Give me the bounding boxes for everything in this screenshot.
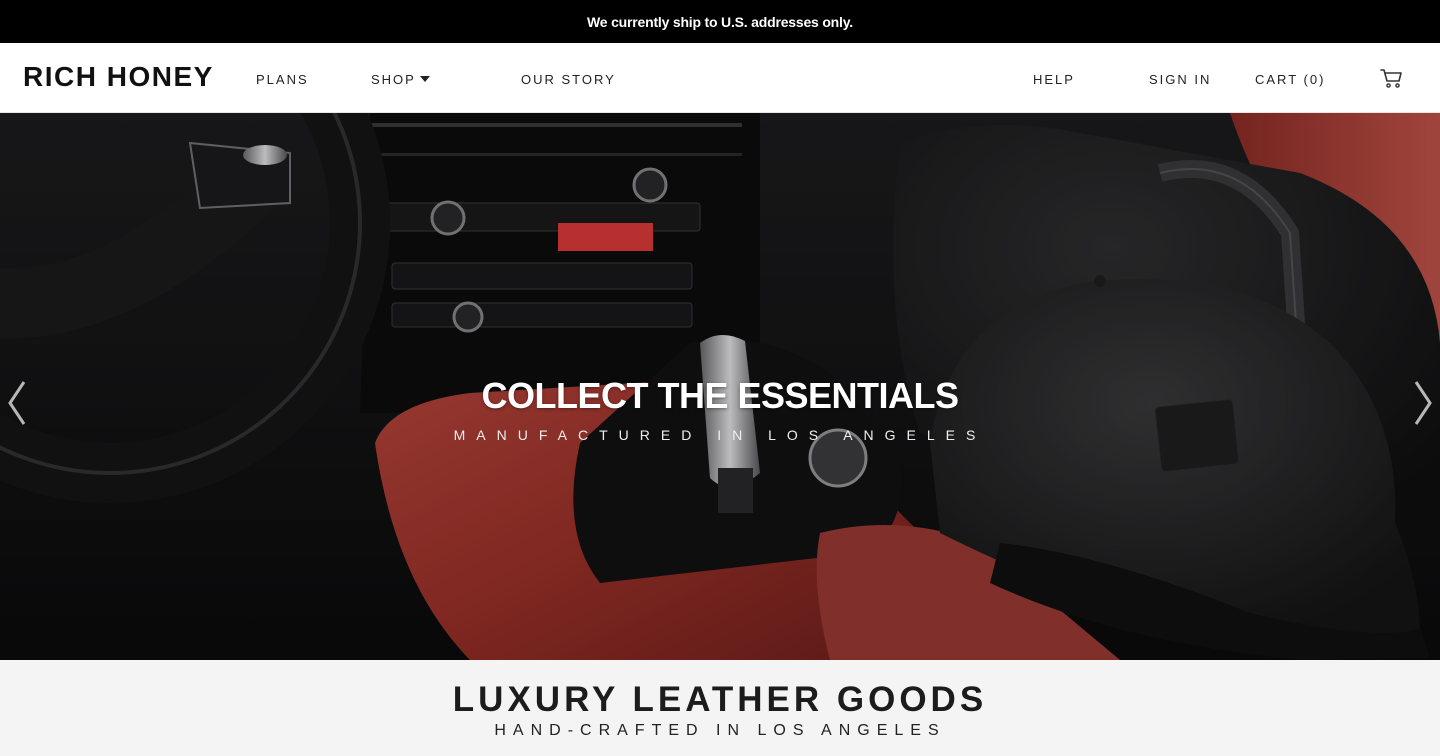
intro-section: LUXURY LEATHER GOODS HAND-CRAFTED IN LOS… <box>0 660 1440 756</box>
announcement-text: We currently ship to U.S. addresses only… <box>587 13 853 30</box>
nav-cart[interactable]: CART (0) <box>1255 72 1325 87</box>
announcement-bar: We currently ship to U.S. addresses only… <box>0 0 1440 43</box>
site-header: RICH HONEY PLANS SHOP OUR STORY HELP SIG… <box>0 43 1440 113</box>
intro-subtitle: HAND-CRAFTED IN LOS ANGELES <box>494 722 946 739</box>
caret-down-icon <box>419 76 430 82</box>
nav-shop-label: SHOP <box>371 72 416 87</box>
nav-help[interactable]: HELP <box>1033 72 1075 87</box>
nav-shop[interactable]: SHOP <box>371 72 430 87</box>
intro-title: LUXURY LEATHER GOODS <box>452 680 988 719</box>
cart-icon[interactable] <box>1380 67 1404 89</box>
hero-subtitle: MANUFACTURED IN LOS ANGELES <box>453 427 987 443</box>
nav-sign-in[interactable]: SIGN IN <box>1149 72 1211 87</box>
nav-plans[interactable]: PLANS <box>256 72 309 87</box>
hero-carousel[interactable]: COLLECT THE ESSENTIALS MANUFACTURED IN L… <box>0 113 1440 660</box>
hero-title: COLLECT THE ESSENTIALS <box>481 375 959 416</box>
site-logo[interactable]: RICH HONEY <box>23 61 214 93</box>
nav-our-story[interactable]: OUR STORY <box>521 72 616 87</box>
